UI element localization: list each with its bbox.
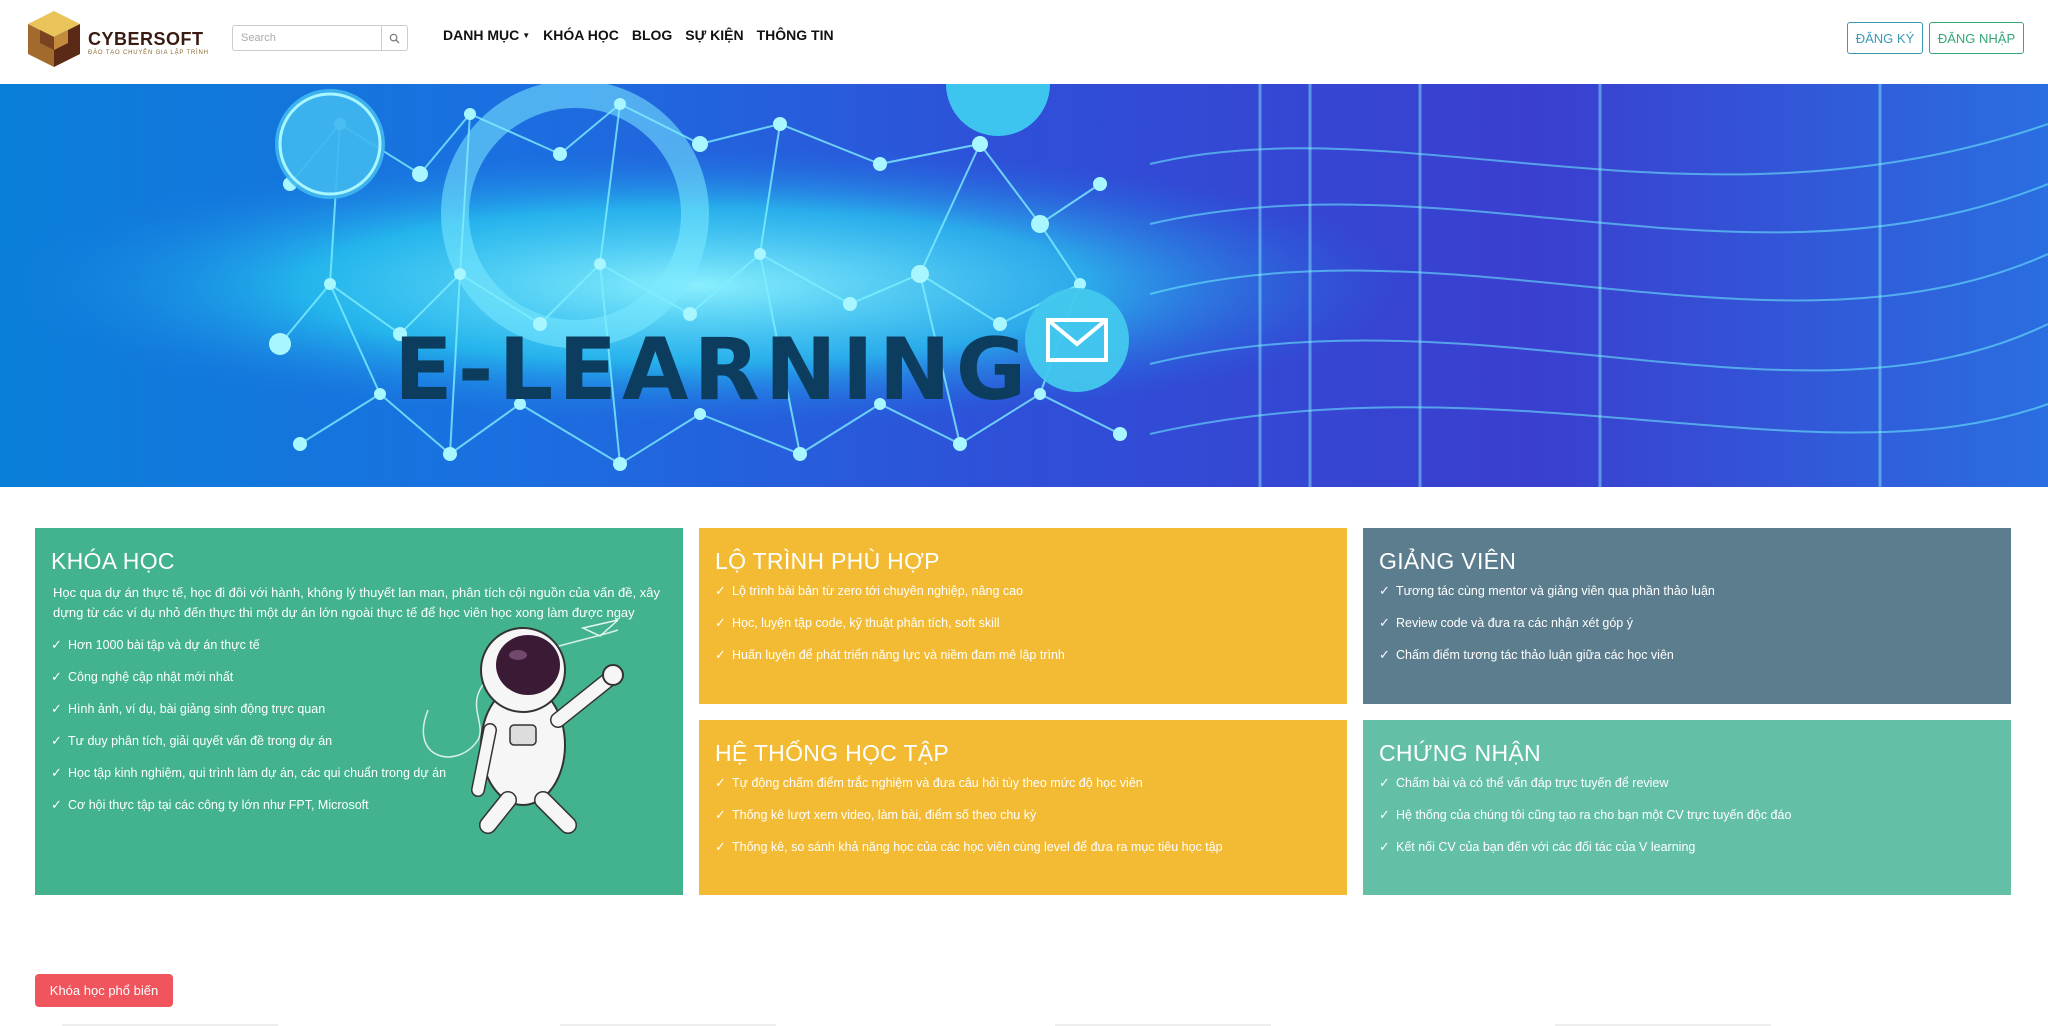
check-icon: ✓ [715, 839, 726, 854]
list-item-text: Học, luyện tập code, kỹ thuật phân tích,… [732, 616, 1000, 630]
check-icon: ✓ [1379, 839, 1390, 854]
brand-tagline: ĐÀO TẠO CHUYÊN GIA LẬP TRÌNH [88, 50, 209, 56]
list-item: ✓ Tự động chấm điểm trắc nghiệm và đưa câ… [715, 775, 1331, 791]
list-item: ✓ Thống kê, so sánh khả năng học của các … [715, 839, 1331, 855]
check-icon: ✓ [51, 637, 62, 652]
list-item-text: Cơ hội thực tập tại các công ty lớn như … [68, 798, 369, 812]
cube-logo-icon [28, 11, 80, 67]
search-icon [389, 33, 400, 44]
nav-item-courses[interactable]: KHÓA HỌC [543, 27, 619, 43]
nav-item-blog[interactable]: BLOG [632, 27, 672, 43]
list-item: ✓ Review code và đưa ra các nhận xét góp … [1379, 615, 1995, 631]
check-icon: ✓ [51, 669, 62, 684]
banner-title: E-LEARNING [394, 320, 1032, 420]
network-background-image [0, 84, 2048, 487]
search-input[interactable] [233, 26, 383, 50]
list-item-text: Hơn 1000 bài tập và dự án thực tế [68, 638, 260, 652]
list-item-text: Chấm điểm tương tác thảo luận giữa các h… [1396, 648, 1674, 662]
top-header: CYBERSOFT ĐÀO TẠO CHUYÊN GIA LẬP TRÌNH D… [0, 0, 2048, 83]
card-list: ✓ Tự động chấm điểm trắc nghiệm và đưa câ… [715, 775, 1331, 855]
list-item: ✓ Huấn luyện để phát triển năng lực và ni… [715, 647, 1331, 663]
list-item-text: Thống kê lượt xem video, làm bài, điểm s… [732, 808, 1037, 822]
list-item-text: Chấm bài và có thể vấn đáp trực tuyến để… [1396, 776, 1669, 790]
nav-item-label: BLOG [631, 27, 673, 43]
hero-banner: E-LEARNING [0, 84, 2048, 487]
card-learning-path: LỘ TRÌNH PHÙ HỢP ✓ Lộ trình bài bản từ ze… [699, 528, 1347, 704]
nav-item-events[interactable]: SỰ KIỆN [685, 27, 743, 43]
list-item-text: Lộ trình bài bản từ zero tới chuyên nghi… [732, 584, 1024, 598]
brand-logo[interactable]: CYBERSOFT ĐÀO TẠO CHUYÊN GIA LẬP TRÌNH [24, 9, 220, 69]
list-item: ✓ Chấm bài và có thể vấn đáp trực tuyến đ… [1379, 775, 1995, 791]
card-list: ✓ Tương tác cùng mentor và giảng viên qua… [1379, 583, 1995, 663]
list-item-text: Hệ thống của chúng tôi cũng tạo ra cho b… [1396, 808, 1792, 822]
list-item-text: Huấn luyện để phát triển năng lực và niề… [732, 648, 1065, 662]
nav-item-label: SỰ KIỆN [685, 27, 744, 43]
card-courses: KHÓA HỌC Học qua dự án thực tế, học đi đ… [35, 528, 683, 895]
signup-button[interactable]: ĐĂNG KÝ [1847, 22, 1923, 54]
check-icon: ✓ [1379, 807, 1390, 822]
list-item: ✓ Chấm điểm tương tác thảo luận giữa các … [1379, 647, 1995, 663]
nav-item-label: THÔNG TIN [756, 27, 834, 43]
check-icon: ✓ [51, 765, 62, 780]
check-icon: ✓ [1379, 647, 1390, 662]
nav-item-label: KHÓA HỌC [543, 27, 619, 43]
check-icon: ✓ [51, 701, 62, 716]
nav-item-info[interactable]: THÔNG TIN [757, 27, 834, 43]
list-item-text: Hình ảnh, ví dụ, bài giảng sinh động trự… [68, 702, 326, 716]
card-title: GIẢNG VIÊN [1379, 548, 1517, 574]
brand-name: CYBERSOFT [88, 29, 204, 49]
astronaut-illustration [422, 619, 624, 834]
caret-down-icon: ▼ [522, 30, 531, 40]
card-certificate: CHỨNG NHẬN ✓ Chấm bài và có thể vấn đáp t… [1363, 720, 2011, 895]
check-icon: ✓ [1379, 583, 1390, 598]
card-title: HỆ THỐNG HỌC TẬP [715, 740, 949, 766]
check-icon: ✓ [715, 775, 726, 790]
check-icon: ✓ [51, 733, 62, 748]
check-icon: ✓ [715, 615, 726, 630]
card-learning-system: HỆ THỐNG HỌC TẬP ✓ Tự động chấm điểm trắc… [699, 720, 1347, 895]
card-list: ✓ Chấm bài và có thể vấn đáp trực tuyến đ… [1379, 775, 1995, 855]
check-icon: ✓ [715, 647, 726, 662]
list-item-text: Thống kê, so sánh khả năng học của các h… [732, 840, 1223, 854]
search-button[interactable] [381, 26, 407, 50]
card-instructors: GIẢNG VIÊN ✓ Tương tác cùng mentor và giả… [1363, 528, 2011, 704]
popular-courses-button[interactable]: Khóa học phổ biến [35, 974, 173, 1007]
list-item: ✓ Hệ thống của chúng tôi cũng tạo ra cho … [1379, 807, 1995, 823]
list-item: ✓ Tương tác cùng mentor và giảng viên qua… [1379, 583, 1995, 599]
login-button[interactable]: ĐĂNG NHẬP [1929, 22, 2024, 54]
nav-item-label: DANH MỤC [443, 27, 520, 43]
check-icon: ✓ [1379, 775, 1390, 790]
card-title: KHÓA HỌC [51, 548, 175, 574]
nav-item-categories[interactable]: DANH MỤC ▼ [443, 27, 530, 43]
card-title: LỘ TRÌNH PHÙ HỢP [715, 548, 940, 574]
card-title: CHỨNG NHẬN [1379, 740, 1541, 766]
list-item-text: Tư duy phân tích, giải quyết vấn đề tron… [68, 734, 333, 748]
list-item-text: Review code và đưa ra các nhận xét góp ý [1396, 616, 1633, 630]
list-item-text: Học tập kinh nghiệm, qui trình làm dự án… [68, 766, 447, 780]
list-item: ✓ Học, luyện tập code, kỹ thuật phân tích… [715, 615, 1331, 631]
card-list: ✓ Lộ trình bài bản từ zero tới chuyên ngh… [715, 583, 1331, 663]
list-item: ✓ Thống kê lượt xem video, làm bài, điểm … [715, 807, 1331, 823]
search-box [232, 25, 408, 51]
check-icon: ✓ [715, 583, 726, 598]
list-item-text: Công nghệ cập nhật mới nhất [68, 670, 234, 684]
list-item: ✓ Lộ trình bài bản từ zero tới chuyên ngh… [715, 583, 1331, 599]
check-icon: ✓ [715, 807, 726, 822]
check-icon: ✓ [1379, 615, 1390, 630]
list-item: ✓ Kết nối CV của bạn đến với các đối tác … [1379, 839, 1995, 855]
check-icon: ✓ [51, 797, 62, 812]
list-item-text: Kết nối CV của bạn đến với các đối tác c… [1396, 840, 1696, 854]
main-nav: DANH MỤC ▼ KHÓA HỌC BLOG SỰ KIỆN THÔNG T… [443, 27, 834, 43]
list-item-text: Tương tác cùng mentor và giảng viên qua … [1396, 584, 1715, 598]
list-item-text: Tự động chấm điểm trắc nghiệm và đưa câu… [732, 776, 1143, 790]
